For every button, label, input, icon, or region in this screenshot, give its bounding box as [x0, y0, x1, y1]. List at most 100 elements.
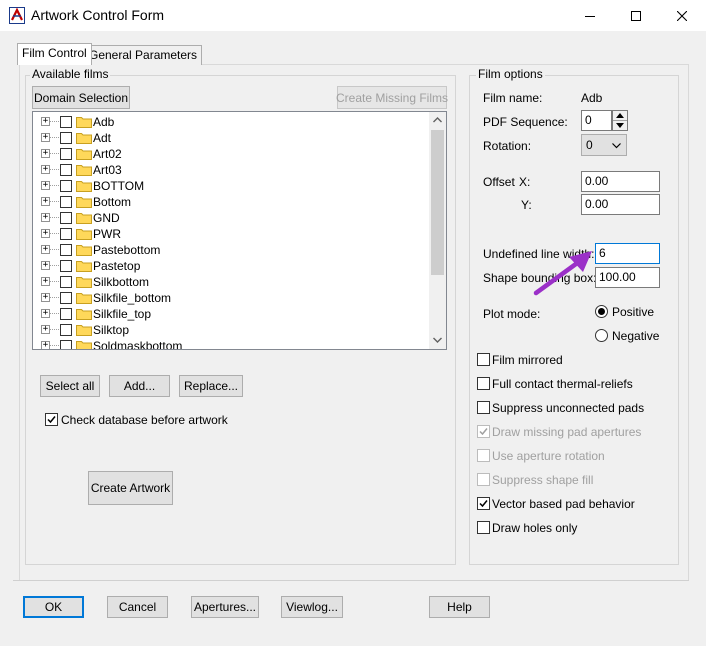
rotation-select[interactable]: 0 — [581, 134, 627, 156]
option-checkbox[interactable] — [477, 425, 490, 438]
films-scrollbar[interactable] — [429, 112, 446, 349]
tab-general-parameters[interactable]: General Parameters — [84, 45, 203, 65]
create-missing-films-button[interactable]: Create Missing Films — [336, 86, 448, 109]
add-button[interactable]: Add... — [109, 375, 170, 397]
apertures-button[interactable]: Apertures... — [191, 596, 259, 618]
film-checkbox[interactable] — [60, 292, 72, 304]
film-checkbox[interactable] — [60, 228, 72, 240]
check-database-checkbox[interactable] — [45, 413, 58, 426]
scroll-thumb[interactable] — [431, 130, 444, 275]
ok-button[interactable]: OK — [23, 596, 84, 618]
film-name: Soldmaskbottom — [93, 339, 183, 350]
expand-icon[interactable]: + — [41, 261, 50, 270]
shape-bounding-box-input[interactable]: 100.00 — [595, 267, 660, 288]
offset-label: Offset — [483, 175, 515, 189]
film-name: Adb — [93, 115, 115, 129]
film-checkbox[interactable] — [60, 308, 72, 320]
expand-icon[interactable]: + — [41, 213, 50, 222]
option-checkbox[interactable] — [477, 521, 490, 534]
expand-icon[interactable]: + — [41, 181, 50, 190]
film-name: Pastebottom — [93, 243, 161, 257]
expand-icon[interactable]: + — [41, 341, 50, 349]
film-checkbox[interactable] — [60, 148, 72, 160]
expand-icon[interactable]: + — [41, 277, 50, 286]
pdf-sequence-label: PDF Sequence: — [483, 115, 568, 129]
close-button[interactable] — [659, 0, 705, 31]
film-checkbox[interactable] — [60, 196, 72, 208]
expand-icon[interactable]: + — [41, 309, 50, 318]
film-checkbox[interactable] — [60, 324, 72, 336]
expand-icon[interactable]: + — [41, 117, 50, 126]
offset-x-input[interactable]: 0.00 — [581, 171, 660, 192]
expand-icon[interactable]: + — [41, 133, 50, 142]
rotation-value: 0 — [586, 138, 593, 152]
folder-icon — [76, 245, 92, 256]
expand-icon[interactable]: + — [41, 197, 50, 206]
domain-selection-button[interactable]: Domain Selection — [32, 86, 130, 109]
spin-up-icon[interactable] — [616, 113, 624, 118]
option-checkbox[interactable] — [477, 377, 490, 390]
film-checkbox[interactable] — [60, 132, 72, 144]
films-tree[interactable]: + Adb + Adt + Art02 + Art03 + BOTTOM + Bottom + GND + P… — [32, 111, 447, 350]
maximize-button[interactable] — [613, 0, 659, 31]
option-checkbox-label: Film mirrored — [492, 353, 563, 367]
plot-mode-positive-radio[interactable] — [595, 305, 608, 318]
expand-icon[interactable]: + — [41, 325, 50, 334]
offset-x-label: X: — [519, 175, 531, 189]
rotation-label: Rotation: — [483, 139, 532, 153]
pdf-sequence-spinner[interactable] — [612, 110, 628, 131]
create-artwork-button[interactable]: Create Artwork — [88, 471, 173, 505]
film-name: Pastetop — [93, 259, 141, 273]
expand-icon[interactable]: + — [41, 149, 50, 158]
option-checkbox[interactable] — [477, 473, 490, 486]
option-checkbox[interactable] — [477, 401, 490, 414]
plot-mode-negative-radio[interactable] — [595, 329, 608, 342]
film-checkbox[interactable] — [60, 260, 72, 272]
replace-button[interactable]: Replace... — [179, 375, 243, 397]
scroll-down-icon[interactable] — [433, 337, 442, 343]
expand-icon[interactable]: + — [41, 165, 50, 174]
cancel-button[interactable]: Cancel — [107, 596, 168, 618]
spin-down-icon[interactable] — [616, 123, 624, 128]
film-checkbox[interactable] — [60, 244, 72, 256]
pdf-sequence-input[interactable]: 0 — [581, 110, 612, 131]
film-checkbox[interactable] — [60, 340, 72, 349]
film-checkbox[interactable] — [60, 116, 72, 128]
expand-icon[interactable]: + — [41, 245, 50, 254]
option-checkbox[interactable] — [477, 497, 490, 510]
undefined-line-width-input[interactable]: 6 — [595, 243, 660, 264]
help-button[interactable]: Help — [429, 596, 490, 618]
offset-y-input[interactable]: 0.00 — [581, 194, 660, 215]
film-name: Art02 — [93, 147, 122, 161]
scroll-up-icon[interactable] — [433, 117, 442, 123]
annotation-arrow — [533, 251, 592, 296]
film-name: GND — [93, 211, 120, 225]
film-name: Silkfile_bottom — [93, 291, 172, 305]
film-options-label: Film options — [476, 67, 545, 81]
film-checkbox[interactable] — [60, 180, 72, 192]
folder-icon — [76, 293, 92, 304]
option-checkbox[interactable] — [477, 353, 490, 366]
film-checkbox[interactable] — [60, 212, 72, 224]
expand-icon[interactable]: + — [41, 293, 50, 302]
select-all-button[interactable]: Select all — [40, 375, 100, 397]
available-films-label: Available films — [30, 67, 111, 81]
film-checkbox[interactable] — [60, 164, 72, 176]
option-checkbox-label: Draw holes only — [492, 521, 578, 535]
offset-y-label: Y: — [521, 198, 532, 212]
checkmark-icon — [479, 500, 488, 508]
tab-film-control[interactable]: Film Control — [17, 43, 92, 65]
option-checkbox-label: Vector based pad behavior — [492, 497, 635, 511]
film-checkbox[interactable] — [60, 276, 72, 288]
minimize-button[interactable] — [567, 0, 613, 31]
option-checkbox[interactable] — [477, 449, 490, 462]
check-database-label: Check database before artwork — [61, 413, 228, 427]
plot-mode-negative-label: Negative — [612, 329, 660, 343]
viewlog-button[interactable]: Viewlog... — [281, 596, 343, 618]
folder-icon — [76, 229, 92, 240]
option-checkbox-label: Suppress unconnected pads — [492, 401, 645, 415]
film-name: Bottom — [93, 195, 132, 209]
folder-icon — [76, 165, 92, 176]
folder-icon — [76, 325, 92, 336]
expand-icon[interactable]: + — [41, 229, 50, 238]
